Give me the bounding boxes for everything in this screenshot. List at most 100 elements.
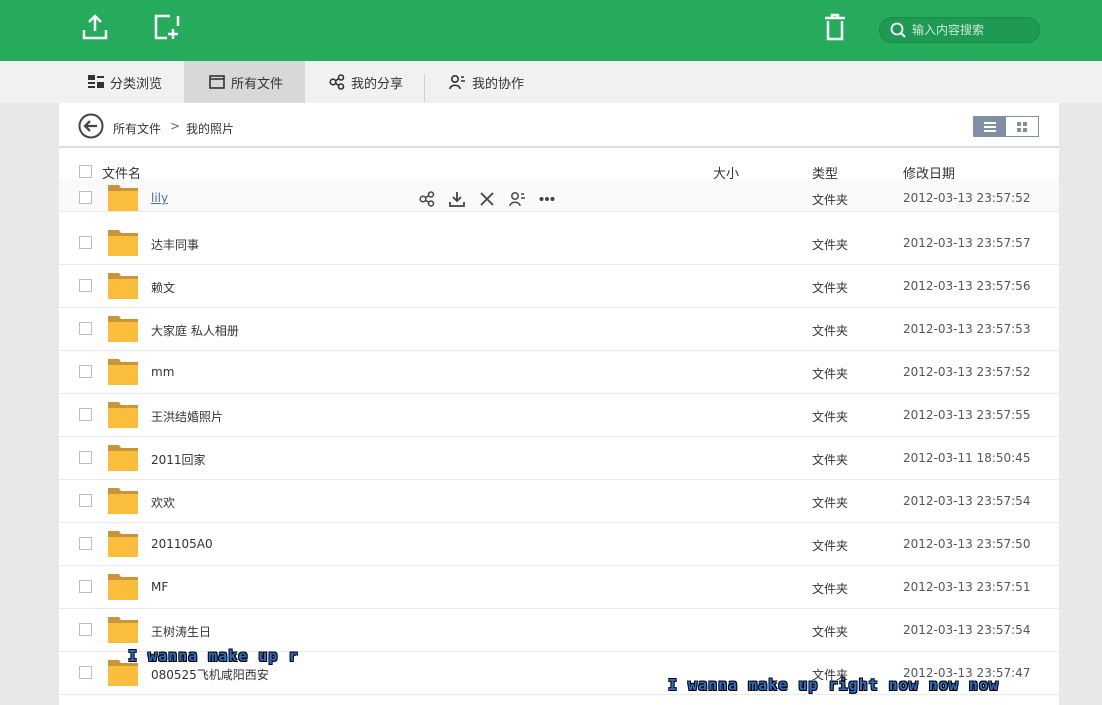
- breadcrumb-current: 我的照片: [186, 122, 235, 136]
- file-panel: 所有文件 > 我的照片 文件名 大小 类型 修改日期 lily 文件夹 2012-0…: [59, 103, 1059, 705]
- row-checkbox[interactable]: [79, 279, 92, 292]
- tab-label: 分类浏览: [110, 76, 163, 92]
- tab-my-collab[interactable]: 我的协作: [449, 61, 524, 103]
- row-checkbox[interactable]: [79, 191, 92, 204]
- file-date: 2012-03-13 23:57:52: [903, 191, 1031, 205]
- download-icon[interactable]: [447, 189, 467, 209]
- table-row[interactable]: 王树涛生日 文件夹 2012-03-13 23:57:54: [59, 609, 1059, 652]
- table-row[interactable]: 欢欢 文件夹 2012-03-13 23:57:54: [59, 480, 1059, 523]
- row-actions: [417, 189, 557, 209]
- table-row[interactable]: 赖文 文件夹 2012-03-13 23:57:56: [59, 265, 1059, 308]
- subtitle-overlay: I wanna make up right now now now: [668, 676, 1000, 694]
- folder-icon: [107, 614, 139, 644]
- file-date: 2012-03-13 23:57:53: [903, 322, 1031, 336]
- table-row[interactable]: 达丰同事 文件夹 2012-03-13 23:57:57: [59, 222, 1059, 265]
- file-name[interactable]: 080525飞机咸阳西安: [151, 666, 269, 683]
- table-row[interactable]: 大家庭 私人相册 文件夹 2012-03-13 23:57:53: [59, 308, 1059, 351]
- row-checkbox[interactable]: [79, 494, 92, 507]
- table-row[interactable]: 王洪结婚照片 文件夹 2012-03-13 23:57:55: [59, 394, 1059, 437]
- file-date: 2012-03-13 23:57:57: [903, 236, 1031, 250]
- table-row[interactable]: mm 文件夹 2012-03-13 23:57:52: [59, 351, 1059, 394]
- table-row[interactable]: MF 文件夹 2012-03-13 23:57:51: [59, 566, 1059, 609]
- category-icon: [88, 75, 104, 88]
- file-name[interactable]: 大家庭 私人相册: [151, 322, 239, 339]
- file-name[interactable]: lily: [151, 191, 168, 205]
- tab-my-share[interactable]: 我的分享: [329, 61, 403, 103]
- file-name[interactable]: 201105A0: [151, 537, 213, 551]
- file-name[interactable]: 欢欢: [151, 494, 175, 511]
- file-type: 文件夹: [812, 453, 849, 467]
- tab-all-files[interactable]: 所有文件: [184, 61, 305, 103]
- list-icon: [984, 121, 996, 132]
- file-date: 2012-03-13 23:57:52: [903, 365, 1031, 379]
- file-date: 2012-03-13 23:57:50: [903, 537, 1031, 551]
- folder-icon: [107, 528, 139, 558]
- row-checkbox[interactable]: [79, 408, 92, 421]
- collaborate-icon: [449, 74, 465, 90]
- folder-icon: [107, 571, 139, 601]
- file-name[interactable]: 达丰同事: [151, 236, 199, 253]
- back-arrow-icon[interactable]: [78, 113, 104, 139]
- subtitle-overlay: I wanna make up r: [128, 647, 299, 665]
- row-checkbox[interactable]: [79, 365, 92, 378]
- file-type: 文件夹: [812, 410, 849, 424]
- folder-icon: [107, 356, 139, 386]
- trash-icon[interactable]: [820, 12, 850, 42]
- table-row[interactable]: 2011回家 文件夹 2012-03-11 18:50:45: [59, 437, 1059, 480]
- row-checkbox[interactable]: [79, 623, 92, 636]
- folder-icon: [107, 270, 139, 300]
- file-name[interactable]: 赖文: [151, 279, 175, 296]
- file-date: 2012-03-11 18:50:45: [903, 451, 1031, 465]
- file-date: 2012-03-13 23:57:51: [903, 580, 1031, 594]
- collaborate-icon[interactable]: [507, 189, 527, 209]
- upload-icon[interactable]: [80, 12, 110, 42]
- file-name[interactable]: 王洪结婚照片: [151, 408, 223, 425]
- search-icon: [890, 22, 906, 38]
- folder-icon: [107, 182, 139, 212]
- breadcrumb-root[interactable]: 所有文件: [113, 120, 161, 137]
- search-box[interactable]: [879, 17, 1040, 43]
- grid-view-button[interactable]: [1006, 117, 1038, 136]
- file-type: 文件夹: [812, 496, 849, 510]
- file-name[interactable]: 王树涛生日: [151, 623, 211, 640]
- file-date: 2012-03-13 23:57:54: [903, 494, 1031, 508]
- folder-icon: [107, 485, 139, 515]
- row-checkbox[interactable]: [79, 322, 92, 335]
- file-type: 文件夹: [812, 193, 849, 207]
- table-row[interactable]: lily 文件夹 2012-03-13 23:57:52: [59, 179, 1059, 212]
- row-checkbox[interactable]: [79, 236, 92, 249]
- close-icon[interactable]: [477, 189, 497, 209]
- file-date: 2012-03-13 23:57:56: [903, 279, 1031, 293]
- search-input[interactable]: [912, 23, 1032, 37]
- nav-divider: [424, 74, 425, 102]
- folder-icon: [107, 227, 139, 257]
- tab-label: 我的协作: [472, 76, 525, 92]
- select-all-checkbox[interactable]: [79, 165, 92, 178]
- list-view-button[interactable]: [974, 117, 1006, 136]
- tab-category[interactable]: 分类浏览: [88, 61, 162, 103]
- nav-bar: 分类浏览 所有文件 我的分享 我的协作: [0, 61, 1102, 103]
- file-name[interactable]: mm: [151, 365, 174, 379]
- file-type: 文件夹: [812, 367, 849, 381]
- file-type: 文件夹: [812, 281, 849, 295]
- folder-icon: [107, 442, 139, 472]
- share-icon[interactable]: [417, 189, 437, 209]
- file-name[interactable]: MF: [151, 580, 168, 594]
- new-folder-icon[interactable]: [152, 12, 182, 42]
- file-type: 文件夹: [812, 582, 849, 596]
- row-checkbox[interactable]: [79, 666, 92, 679]
- file-type: 文件夹: [812, 324, 849, 338]
- file-name[interactable]: 2011回家: [151, 451, 206, 468]
- tab-label: 所有文件: [231, 76, 284, 92]
- row-checkbox[interactable]: [79, 537, 92, 550]
- more-icon[interactable]: [537, 189, 557, 209]
- tab-label: 我的分享: [351, 76, 404, 92]
- grid-icon: [1017, 121, 1027, 132]
- row-checkbox[interactable]: [79, 580, 92, 593]
- file-date: 2012-03-13 23:57:54: [903, 623, 1031, 637]
- file-date: 2012-03-13 23:57:55: [903, 408, 1031, 422]
- table-row[interactable]: 201105A0 文件夹 2012-03-13 23:57:50: [59, 523, 1059, 566]
- folder-icon: [107, 399, 139, 429]
- file-type: 文件夹: [812, 539, 849, 553]
- row-checkbox[interactable]: [79, 451, 92, 464]
